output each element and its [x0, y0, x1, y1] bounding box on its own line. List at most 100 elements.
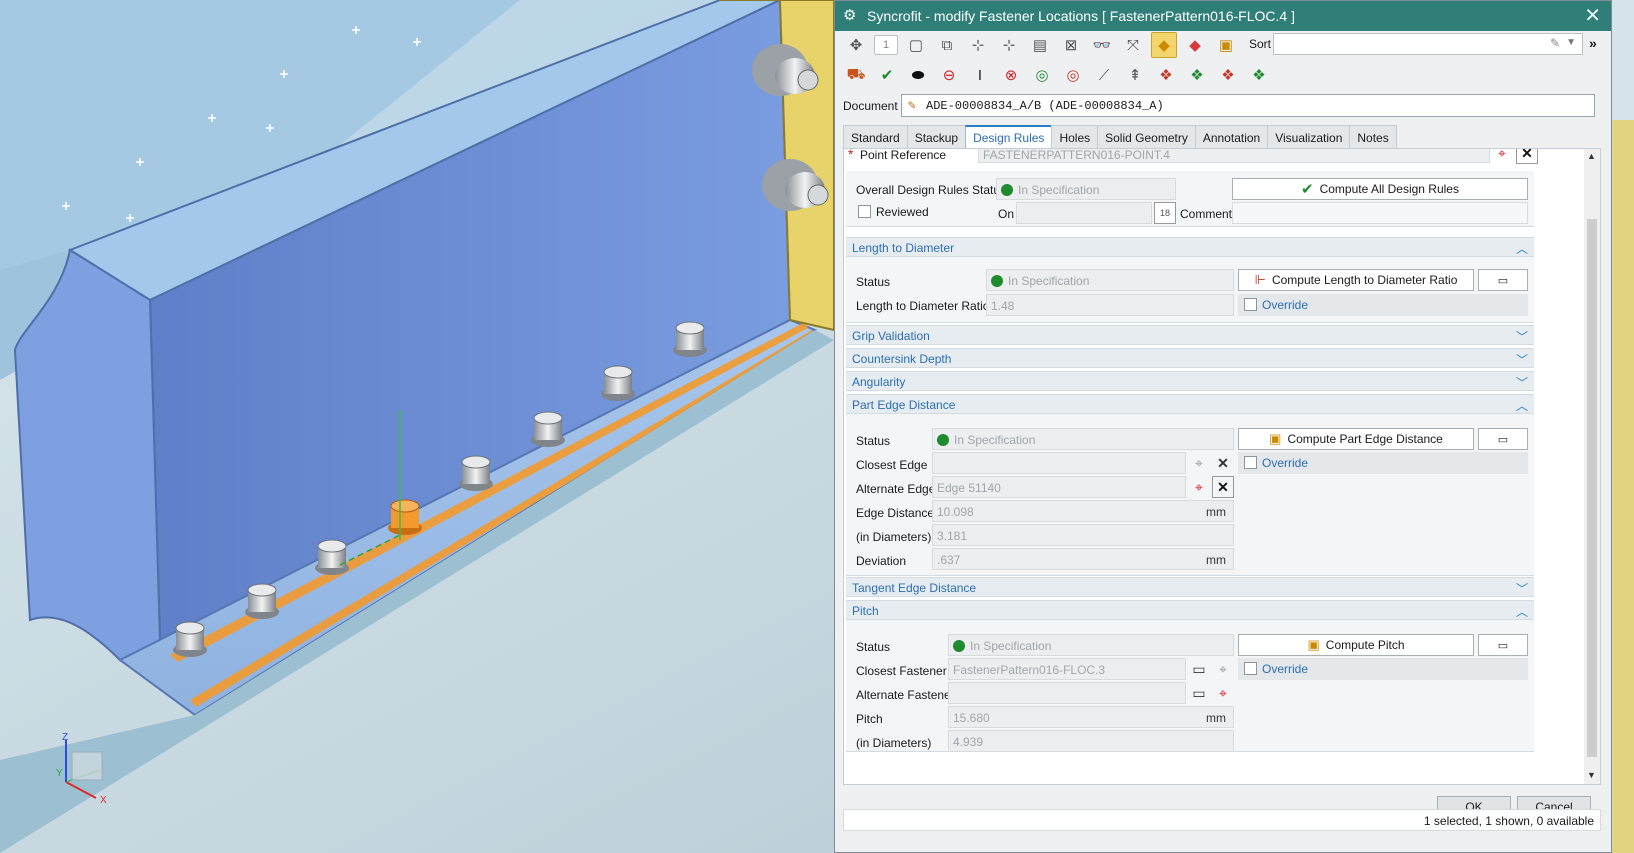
reviewed-checkbox[interactable]: [858, 205, 871, 218]
sort-dropdown[interactable]: ✎ ▼: [1273, 33, 1583, 55]
chevron-down-icon[interactable]: ▼: [1566, 37, 1576, 48]
scroll-up-icon[interactable]: ▲: [1587, 151, 1596, 161]
fastener[interactable]: [459, 455, 493, 491]
fastener[interactable]: [245, 583, 279, 619]
diamond-green2-icon[interactable]: ❖: [1246, 62, 1272, 88]
tab-notes[interactable]: Notes: [1349, 125, 1397, 149]
pattern-red-icon[interactable]: ◎: [1060, 62, 1086, 88]
tab-standard[interactable]: Standard: [843, 125, 908, 149]
solid-yellow-icon[interactable]: ◆: [1151, 32, 1177, 58]
ped-status-label: Status: [856, 434, 891, 448]
i-beam-icon[interactable]: I: [967, 62, 993, 88]
pick-alternate-fastener-icon[interactable]: ⌖: [1212, 682, 1234, 704]
tab-design-rules[interactable]: Design Rules: [965, 125, 1053, 149]
fastener[interactable]: [673, 321, 707, 357]
tab-solid-geometry[interactable]: Solid Geometry: [1097, 125, 1196, 149]
diamond-red-icon[interactable]: ❖: [1153, 62, 1179, 88]
move-icon[interactable]: ✥: [843, 32, 869, 58]
section-part-edge-distance[interactable]: Part Edge Distance ︿: [846, 394, 1534, 414]
clear-closest-edge-icon[interactable]: ✕: [1212, 452, 1234, 474]
new-document-icon[interactable]: ▢: [903, 32, 929, 58]
tab-holes[interactable]: Holes: [1051, 125, 1099, 149]
stop-icon[interactable]: ⊖: [936, 62, 962, 88]
compute-ltd-button[interactable]: ⊩ Compute Length to Diameter Ratio: [1238, 269, 1474, 291]
transform-icon[interactable]: ⤧: [1120, 32, 1146, 58]
ellipse-icon[interactable]: ⬬: [905, 62, 931, 88]
chevron-up-icon[interactable]: ︿: [1516, 397, 1528, 414]
diamond-green-icon[interactable]: ❖: [1184, 62, 1210, 88]
browse-alternate-fastener-icon[interactable]: ▭: [1188, 682, 1210, 704]
chevron-down-icon[interactable]: ﹀: [1516, 328, 1528, 345]
ratio-icon: ⊩: [1254, 272, 1266, 287]
filter-icon[interactable]: ▣: [1213, 32, 1239, 58]
solid-red-icon[interactable]: ◆: [1182, 32, 1208, 58]
chevron-up-icon[interactable]: ︿: [1516, 603, 1528, 620]
calendar-icon[interactable]: 18: [1154, 202, 1176, 224]
document-field[interactable]: ✎ ADE-00008834_A/B (ADE-00008834_A): [901, 94, 1595, 117]
add-point-icon[interactable]: ⊹: [965, 32, 991, 58]
close-icon[interactable]: ✕: [1584, 6, 1601, 26]
fastener[interactable]: [315, 539, 349, 575]
chevron-down-icon[interactable]: ﹀: [1516, 374, 1528, 391]
pick-closest-fastener-icon[interactable]: ⌖: [1212, 658, 1234, 680]
section-title: Pitch: [852, 604, 879, 618]
chevron-down-icon[interactable]: ﹀: [1516, 351, 1528, 368]
more-icon[interactable]: »: [1589, 35, 1597, 51]
pitch-override-checkbox[interactable]: [1244, 662, 1257, 675]
pitch-status-label: Status: [856, 640, 891, 654]
section-angularity[interactable]: Angularity ﹀: [846, 371, 1534, 391]
compute-all-button[interactable]: ✔ Compute All Design Rules: [1232, 178, 1528, 200]
clear-icon[interactable]: ✕: [1516, 149, 1538, 164]
delete-icon[interactable]: ⊠: [1058, 32, 1084, 58]
ltd-details-button[interactable]: ▭: [1478, 269, 1528, 291]
browse-closest-fastener-icon[interactable]: ▭: [1188, 658, 1210, 680]
section-grip-validation[interactable]: Grip Validation ﹀: [846, 325, 1534, 345]
ped-override-checkbox[interactable]: [1244, 456, 1257, 469]
section-tangent-edge-distance[interactable]: Tangent Edge Distance ﹀: [846, 577, 1534, 597]
fastener[interactable]: [601, 365, 635, 401]
pattern-icon[interactable]: ◎: [1029, 62, 1055, 88]
forbidden-icon[interactable]: ⊗: [998, 62, 1024, 88]
ped-details-button[interactable]: ▭: [1478, 428, 1528, 450]
fastener-selected[interactable]: [388, 499, 422, 535]
scroll-thumb[interactable]: [1587, 219, 1597, 757]
copy-icon[interactable]: ⧉: [934, 32, 960, 58]
counter-field[interactable]: 1: [874, 35, 898, 55]
tab-annotation[interactable]: Annotation: [1194, 125, 1269, 149]
dialog-titlebar[interactable]: ⚙ Syncrofit - modify Fastener Locations …: [835, 1, 1611, 31]
reviewed-date-field[interactable]: [1016, 202, 1152, 224]
comment-field[interactable]: [1232, 202, 1528, 224]
report-icon[interactable]: ▤: [1027, 32, 1053, 58]
scroll-down-icon[interactable]: ▼: [1587, 770, 1596, 780]
fastener[interactable]: [531, 411, 565, 447]
closest-edge-label: Closest Edge: [856, 458, 928, 472]
pitch-details-button[interactable]: ▭: [1478, 634, 1528, 656]
section-countersink-depth[interactable]: Countersink Depth ﹀: [846, 348, 1534, 368]
measure-icon[interactable]: ⟋: [1091, 62, 1117, 88]
section-title: Length to Diameter: [852, 241, 955, 255]
diamond-red2-icon[interactable]: ❖: [1215, 62, 1241, 88]
pick-alternate-edge-icon[interactable]: ⌖: [1188, 476, 1210, 498]
check-icon: ✔: [1301, 181, 1314, 198]
ltd-override-checkbox[interactable]: [1244, 298, 1257, 311]
check-icon[interactable]: ✔: [874, 62, 900, 88]
fastener[interactable]: [173, 621, 207, 657]
stack-icon[interactable]: ⇞: [1122, 62, 1148, 88]
chevron-up-icon[interactable]: ︿: [1516, 240, 1528, 257]
section-length-to-diameter[interactable]: Length to Diameter ︿: [846, 237, 1534, 257]
tab-stackup[interactable]: Stackup: [906, 125, 967, 149]
length-to-diameter-body: Status In Specification ⊩ Compute Length …: [846, 257, 1534, 323]
car-icon[interactable]: ⛟: [843, 62, 869, 88]
tab-visualization[interactable]: Visualization: [1267, 125, 1351, 149]
compute-pitch-button[interactable]: ▣ Compute Pitch: [1238, 634, 1474, 656]
section-pitch[interactable]: Pitch ︿: [846, 600, 1534, 620]
add-points-icon[interactable]: ⊹: [996, 32, 1022, 58]
pick-closest-edge-icon[interactable]: ⌖: [1188, 452, 1210, 474]
pick-point-icon[interactable]: ⌖: [1491, 149, 1513, 164]
edit-icon[interactable]: ✎: [1550, 36, 1560, 50]
chevron-down-icon[interactable]: ﹀: [1516, 580, 1528, 597]
clear-alternate-edge-icon[interactable]: ✕: [1212, 476, 1234, 498]
view-icon[interactable]: 👓: [1089, 32, 1115, 58]
vertical-scrollbar[interactable]: ▲ ▼: [1584, 149, 1600, 784]
compute-ped-button[interactable]: ▣ Compute Part Edge Distance: [1238, 428, 1474, 450]
